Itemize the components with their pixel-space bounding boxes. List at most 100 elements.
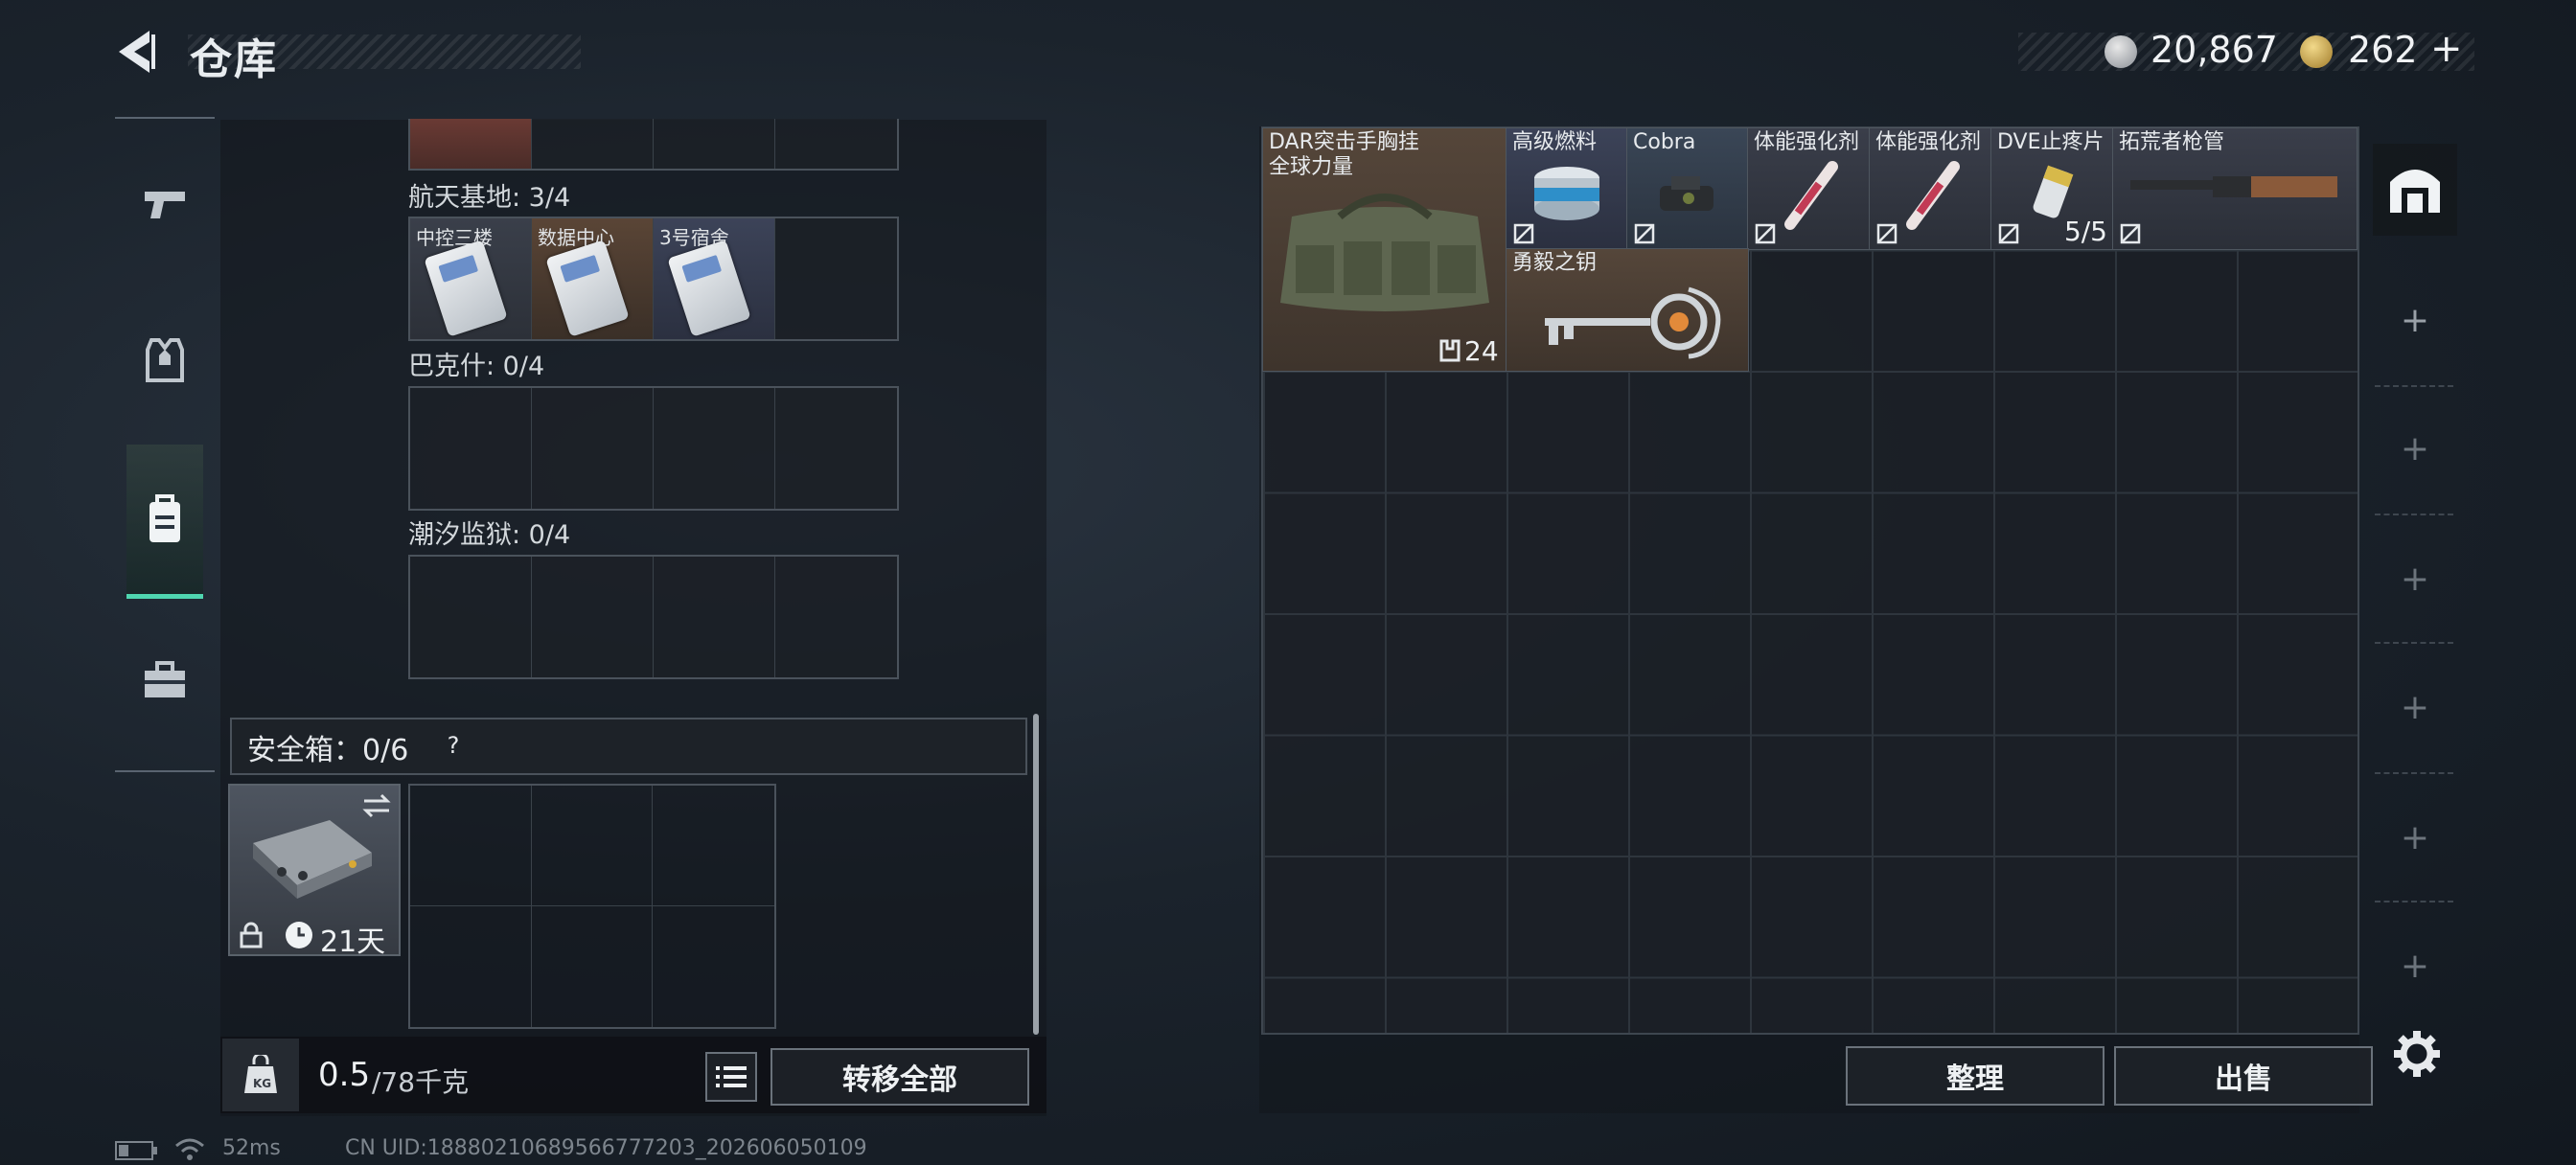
locked-warehouse-slot[interactable]: + (2396, 818, 2434, 857)
safe-slot[interactable] (653, 906, 774, 1027)
warehouse-icon (2390, 170, 2440, 213)
item-name: 拓荒者枪管 (2119, 130, 2225, 154)
sort-button[interactable]: 整理 (1846, 1046, 2104, 1106)
safe-slot[interactable] (410, 786, 532, 906)
gun-barrel-icon (2130, 176, 2337, 197)
item-name: DVE止疼片 (1997, 130, 2104, 154)
no-trade-icon (2120, 223, 2141, 244)
storage-item-key[interactable]: 勇毅之钥 (1506, 248, 1749, 372)
keycard-slot[interactable]: 3号宿舍 (654, 218, 775, 339)
warehouse-tab-main[interactable] (2373, 144, 2457, 236)
keycard-icon (545, 240, 630, 337)
safe-box-item[interactable]: 21天 (228, 784, 401, 959)
no-trade-icon (1998, 223, 2019, 244)
safe-case-icon (253, 820, 372, 899)
safe-slot[interactable] (532, 906, 654, 1027)
keycard-slot[interactable] (654, 119, 775, 169)
rail-divider (2375, 901, 2453, 902)
no-trade-icon (1876, 223, 1898, 244)
gold-coin-icon (2300, 35, 2333, 68)
sell-button[interactable]: 出售 (2114, 1046, 2373, 1106)
key-icon (1545, 286, 1721, 359)
lock-icon (240, 922, 263, 948)
item-count: 5/5 (2063, 216, 2107, 247)
sidebar-item-armor[interactable] (132, 328, 197, 393)
rail-divider (2375, 385, 2453, 387)
transfer-all-button[interactable]: 转移全部 (770, 1048, 1029, 1106)
keycard-slot[interactable] (410, 119, 532, 169)
storage-item-barrel[interactable]: 拓荒者枪管 (2112, 127, 2358, 250)
storage-item-stim[interactable]: 体能强化剂 (1869, 127, 1992, 250)
locked-warehouse-slot[interactable]: + (2396, 560, 2434, 599)
keycard-slot[interactable] (775, 218, 897, 339)
keycard-name: 数据中心 (538, 226, 614, 249)
keycard-slot[interactable]: 数据中心 (532, 218, 654, 339)
rail-divider (2375, 514, 2453, 515)
storage-item-vest[interactable]: DAR突击手胸挂 全球力量 24 (1262, 127, 1507, 372)
keycard-slot[interactable] (532, 557, 654, 677)
keycard-grid (408, 386, 899, 511)
back-arrow-icon[interactable] (113, 27, 161, 77)
storage-item-painkiller[interactable]: DVE止疼片 5/5 (1990, 127, 2114, 250)
sidebar-item-backpack[interactable] (132, 487, 197, 552)
wifi-icon (175, 1138, 204, 1160)
keycard-slot[interactable] (775, 557, 897, 677)
safe-box-grid (408, 784, 776, 1029)
keycard-slot[interactable] (775, 388, 897, 509)
currency-silver: 20,867 (2150, 29, 2278, 71)
scope-icon (1660, 176, 1714, 211)
no-trade-icon (1634, 223, 1655, 244)
list-view-button[interactable] (705, 1052, 757, 1102)
storage-item-fuel[interactable]: 高级燃料 (1506, 127, 1628, 250)
keycard-slot[interactable] (532, 119, 654, 169)
keycard-section-label: 潮汐监狱: 0/4 (408, 520, 571, 550)
item-name: Cobra (1633, 130, 1696, 154)
help-button[interactable]: ? (436, 728, 471, 763)
syringe-icon (1906, 161, 1960, 230)
sidebar-item-weapons[interactable] (132, 171, 197, 236)
keycard-slot[interactable] (410, 557, 532, 677)
keycard-slot[interactable]: 中控三楼 (410, 218, 532, 339)
keycard-slot[interactable] (654, 557, 775, 677)
locked-warehouse-slot[interactable]: + (2396, 688, 2434, 727)
add-currency-button[interactable]: + (2430, 27, 2463, 71)
keycard-slot[interactable] (775, 119, 897, 169)
backpack-icon (150, 494, 180, 542)
safe-slot[interactable] (653, 786, 774, 906)
left-scrollbar[interactable] (1033, 714, 1039, 1035)
sidebar-item-toolbox[interactable] (132, 648, 197, 713)
settings-gear-icon[interactable] (2392, 1029, 2442, 1079)
weight-max: /78千克 (372, 1066, 470, 1098)
silver-coin-icon (2104, 35, 2137, 68)
keycard-section-label: 航天基地: 3/4 (408, 183, 571, 213)
swap-icon[interactable] (360, 791, 393, 820)
syringe-icon (1784, 161, 1838, 230)
chest-rig-icon (1280, 194, 1489, 311)
add-warehouse-button[interactable]: + (2396, 301, 2434, 340)
item-count: 24 (1464, 335, 1499, 367)
keycard-grid: 中控三楼 数据中心 3号宿舍 (408, 217, 899, 341)
weight-current: 0.5 (318, 1056, 371, 1094)
no-trade-icon (1513, 223, 1534, 244)
item-name: 体能强化剂 (1875, 130, 1982, 154)
keycard-section-label: 巴克什: 0/4 (408, 352, 545, 381)
locked-warehouse-slot[interactable]: + (2396, 429, 2434, 468)
keycard-grid (408, 555, 899, 679)
keycard-slot[interactable] (410, 388, 532, 509)
safe-slot[interactable] (531, 786, 654, 906)
storage-item-cobra[interactable]: Cobra (1626, 127, 1749, 250)
storage-item-stim[interactable]: 体能强化剂 (1747, 127, 1871, 250)
safe-slot[interactable] (410, 906, 532, 1027)
safe-box-label: 安全箱：0/6 (247, 734, 409, 767)
pistol-icon (145, 192, 185, 218)
keycard-slot[interactable] (654, 388, 775, 509)
keycard-icon (667, 240, 751, 337)
page-title: 仓库 (190, 35, 278, 84)
capacity-icon (1439, 339, 1460, 362)
item-subname: 全球力量 (1269, 155, 1354, 179)
locked-warehouse-slot[interactable]: + (2396, 947, 2434, 986)
uid-readout: CN UID:18880210689566777203_202606050109 (345, 1136, 867, 1160)
clock-icon (286, 922, 312, 948)
keycard-slot[interactable] (532, 388, 654, 509)
weight-lock-button[interactable]: KG (222, 1039, 299, 1111)
